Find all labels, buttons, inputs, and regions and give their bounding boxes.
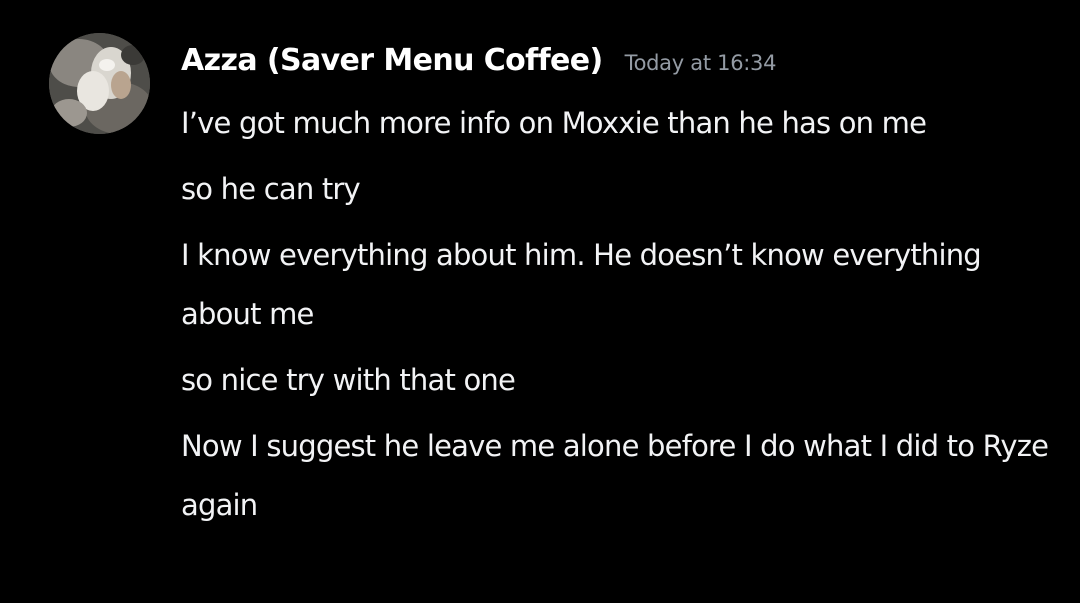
chat-view: Azza (Saver Menu Coffee) Today at 16:34 … (0, 0, 1080, 603)
message-line[interactable]: so nice try with that one (181, 351, 1061, 410)
message-line[interactable]: so he can try (181, 160, 1061, 219)
message-line[interactable]: I’ve got much more info on Moxxie than h… (181, 94, 1061, 153)
avatar-photo-icon (49, 33, 150, 134)
user-avatar[interactable] (49, 33, 150, 134)
author-username[interactable]: Azza (Saver Menu Coffee) (181, 43, 603, 78)
message-line[interactable]: Now I suggest he leave me alone before I… (181, 417, 1061, 535)
message-group: Azza (Saver Menu Coffee) Today at 16:34 … (0, 0, 1080, 603)
message-list: I’ve got much more info on Moxxie than h… (181, 94, 1061, 542)
message-timestamp[interactable]: Today at 16:34 (625, 51, 777, 75)
message-header: Azza (Saver Menu Coffee) Today at 16:34 (181, 43, 776, 87)
message-line[interactable]: I know everything about him. He doesn’t … (181, 226, 1061, 344)
